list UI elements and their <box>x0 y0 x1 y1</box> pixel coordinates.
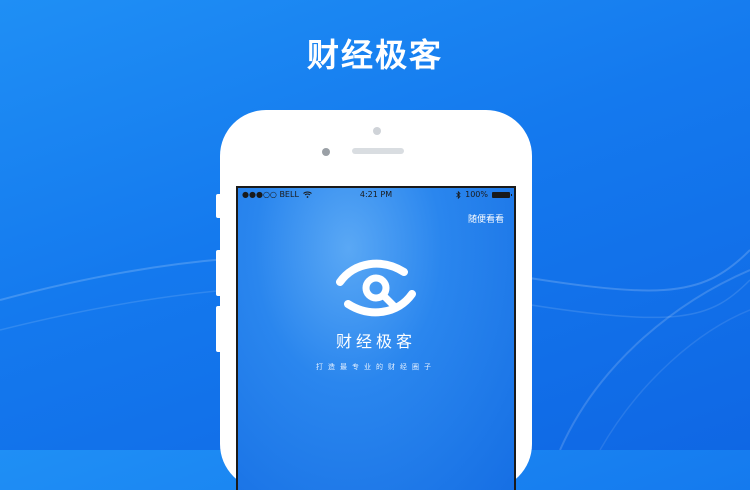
phone-side-button-volume-up <box>216 250 220 296</box>
phone-front-camera <box>373 127 381 135</box>
page-headline: 财经极客 <box>306 36 443 74</box>
battery-level <box>493 192 509 197</box>
battery-icon <box>492 191 512 198</box>
phone-sensor <box>322 148 330 156</box>
phone-screen: ●●●○○ BELL 4:21 PM 100% 随便看看 财经极客 打造最专业的… <box>236 186 516 490</box>
phone-mockup: ●●●○○ BELL 4:21 PM 100% 随便看看 财经极客 打造最专业的… <box>220 110 532 490</box>
phone-speaker <box>352 148 404 154</box>
status-bar: ●●●○○ BELL 4:21 PM 100% <box>238 188 514 202</box>
browse-randomly-link[interactable]: 随便看看 <box>468 212 504 225</box>
phone-side-button-mute <box>216 194 220 218</box>
app-name: 财经极客 <box>335 332 416 351</box>
app-slogan: 打造最专业的财经圈子 <box>316 363 436 371</box>
bluetooth-icon <box>456 190 461 199</box>
battery-text: 100% <box>465 190 488 199</box>
phone-side-button-volume-down <box>216 306 220 352</box>
eye-logo-icon <box>336 259 416 317</box>
